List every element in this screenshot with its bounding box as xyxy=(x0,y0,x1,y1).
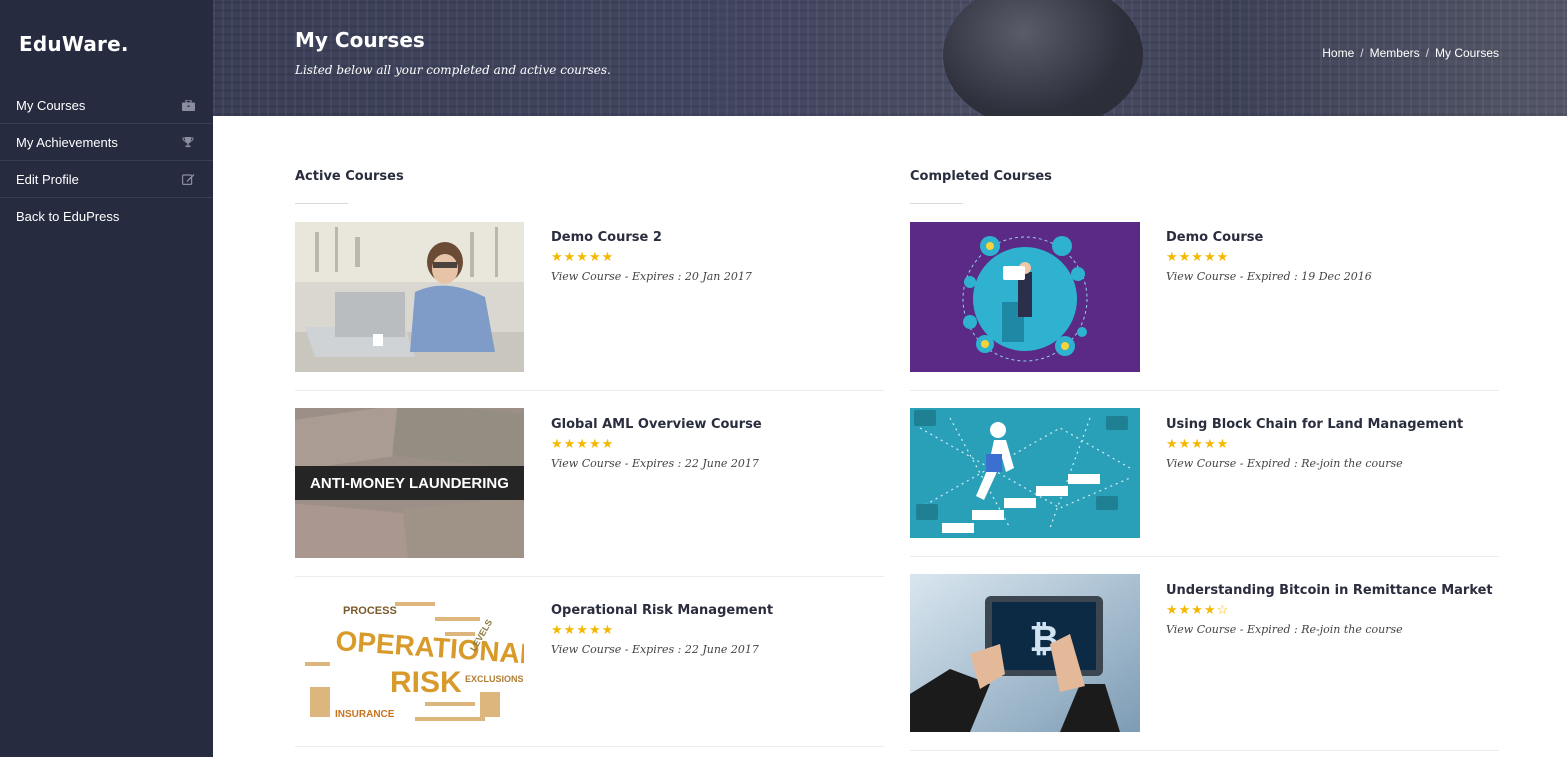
course-title[interactable]: Global AML Overview Course xyxy=(551,417,762,432)
course-info: Demo Course 2 ★★★★★ View Course - Expire… xyxy=(551,230,752,283)
course-thumbnail[interactable] xyxy=(910,408,1140,538)
breadcrumb-home[interactable]: Home xyxy=(1322,46,1354,60)
section-title: Active Courses xyxy=(295,169,404,184)
course-meta: View Course - Expired : 19 Dec 2016 xyxy=(1166,270,1372,283)
course-title[interactable]: Understanding Bitcoin in Remittance Mark… xyxy=(1166,583,1493,598)
wordcloud-word: EXCLUSIONS xyxy=(465,674,524,684)
header-background-figure xyxy=(943,0,1143,116)
course-rating: ★★★★★ xyxy=(1166,249,1230,264)
bitcoin-tablet-image: ₿ xyxy=(910,574,1140,732)
course-title[interactable]: Operational Risk Management xyxy=(551,603,773,618)
completed-courses-section: Completed Courses Demo Course ★★★★★ View… xyxy=(910,116,1499,751)
breadcrumb-separator: / xyxy=(1425,46,1429,60)
anti-money-laundering-image: ANTI-MONEY LAUNDERING xyxy=(295,408,524,558)
view-course-link[interactable]: View Course xyxy=(551,270,621,283)
course-meta: View Course - Expires : 20 Jan 2017 xyxy=(551,270,752,283)
course-expiry: - Expired : Re-join the course xyxy=(1236,457,1403,470)
course-item: Demo Course ★★★★★ View Course - Expired … xyxy=(910,204,1499,391)
course-title[interactable]: Demo Course xyxy=(1166,230,1372,245)
breadcrumb: Home / Members / My Courses xyxy=(1322,46,1499,60)
sidebar: EduWare. My Courses My Achievements Edit… xyxy=(0,0,213,757)
course-expiry: - Expires : 20 Jan 2017 xyxy=(621,270,752,283)
page-subtitle: Listed below all your completed and acti… xyxy=(295,63,611,77)
sidebar-item-label: Edit Profile xyxy=(16,171,79,187)
course-rating: ★★★★★ xyxy=(551,249,615,264)
sidebar-item-my-achievements[interactable]: My Achievements xyxy=(0,124,213,161)
wordcloud-word: PROCESS xyxy=(343,605,397,617)
brand-logo[interactable]: EduWare. xyxy=(19,32,129,56)
page-title: My Courses xyxy=(295,28,425,52)
operational-risk-wordcloud-image: OPERATIONAL RISK PROCESS INSURANCE LEVEL… xyxy=(295,592,524,732)
blockchain-steps-image xyxy=(910,408,1140,538)
view-course-link[interactable]: View Course xyxy=(551,457,621,470)
sidebar-item-my-courses[interactable]: My Courses xyxy=(0,87,213,124)
course-thumbnail[interactable] xyxy=(910,222,1140,372)
course-info: Understanding Bitcoin in Remittance Mark… xyxy=(1166,583,1493,636)
sidebar-item-back-to-edupress[interactable]: Back to EduPress xyxy=(0,198,213,235)
course-expiry: - Expired : 19 Dec 2016 xyxy=(1236,270,1372,283)
course-info: Global AML Overview Course ★★★★★ View Co… xyxy=(551,417,762,470)
view-course-link[interactable]: View Course xyxy=(1166,457,1236,470)
wordcloud-word: INSURANCE xyxy=(335,709,395,720)
briefcase-icon xyxy=(181,98,195,112)
course-rating: ★★★★★ xyxy=(551,622,615,637)
breadcrumb-members[interactable]: Members xyxy=(1370,46,1420,60)
course-title[interactable]: Using Block Chain for Land Management xyxy=(1166,417,1463,432)
course-rating: ★★★★★ xyxy=(551,436,615,451)
view-course-link[interactable]: View Course xyxy=(1166,270,1236,283)
course-info: Operational Risk Management ★★★★★ View C… xyxy=(551,603,773,656)
course-thumbnail[interactable]: ₿ xyxy=(910,574,1140,732)
course-item: ₿ Understanding Bitcoin in Remittance Ma… xyxy=(910,557,1499,751)
course-meta: View Course - Expired : Re-join the cour… xyxy=(1166,457,1463,470)
course-expiry: - Expires : 22 June 2017 xyxy=(621,643,759,656)
section-title: Completed Courses xyxy=(910,169,1052,184)
trophy-icon xyxy=(181,135,195,149)
breadcrumb-separator: / xyxy=(1360,46,1364,60)
woman-at-laptop-image xyxy=(295,222,524,372)
course-item: Demo Course 2 ★★★★★ View Course - Expire… xyxy=(295,204,884,391)
course-meta: View Course - Expired : Re-join the cour… xyxy=(1166,623,1493,636)
wordcloud-word: RISK xyxy=(390,666,462,699)
course-title[interactable]: Demo Course 2 xyxy=(551,230,752,245)
course-item: OPERATIONAL RISK PROCESS INSURANCE LEVEL… xyxy=(295,577,884,747)
course-info: Demo Course ★★★★★ View Course - Expired … xyxy=(1166,230,1372,283)
course-meta: View Course - Expires : 22 June 2017 xyxy=(551,643,773,656)
course-item: ANTI-MONEY LAUNDERING Global AML Overvie… xyxy=(295,391,884,577)
course-info: Using Block Chain for Land Management ★★… xyxy=(1166,417,1463,470)
course-thumbnail[interactable] xyxy=(295,222,524,372)
course-meta: View Course - Expires : 22 June 2017 xyxy=(551,457,762,470)
course-rating: ★★★★★ xyxy=(1166,436,1230,451)
sidebar-item-label: My Achievements xyxy=(16,134,118,150)
image-caption: ANTI-MONEY LAUNDERING xyxy=(310,475,509,492)
course-thumbnail[interactable]: OPERATIONAL RISK PROCESS INSURANCE LEVEL… xyxy=(295,592,524,732)
view-course-link[interactable]: View Course xyxy=(551,643,621,656)
view-course-link[interactable]: View Course xyxy=(1166,623,1236,636)
course-thumbnail[interactable]: ANTI-MONEY LAUNDERING xyxy=(295,408,524,558)
course-item: Using Block Chain for Land Management ★★… xyxy=(910,391,1499,557)
breadcrumb-current: My Courses xyxy=(1434,46,1499,60)
page-header: My Courses Listed below all your complet… xyxy=(213,0,1567,116)
sidebar-nav: My Courses My Achievements Edit Profile … xyxy=(0,87,213,235)
edit-icon xyxy=(181,172,195,186)
course-expiry: - Expires : 22 June 2017 xyxy=(621,457,759,470)
sidebar-item-edit-profile[interactable]: Edit Profile xyxy=(0,161,213,198)
course-expiry: - Expired : Re-join the course xyxy=(1236,623,1403,636)
speaker-infographic-image xyxy=(910,222,1140,372)
sidebar-item-label: My Courses xyxy=(16,97,86,113)
course-rating: ★★★★☆ xyxy=(1166,602,1230,617)
sidebar-item-label: Back to EduPress xyxy=(16,209,120,224)
active-courses-section: Active Courses Demo Course 2 ★★★★★ View … xyxy=(295,116,884,747)
